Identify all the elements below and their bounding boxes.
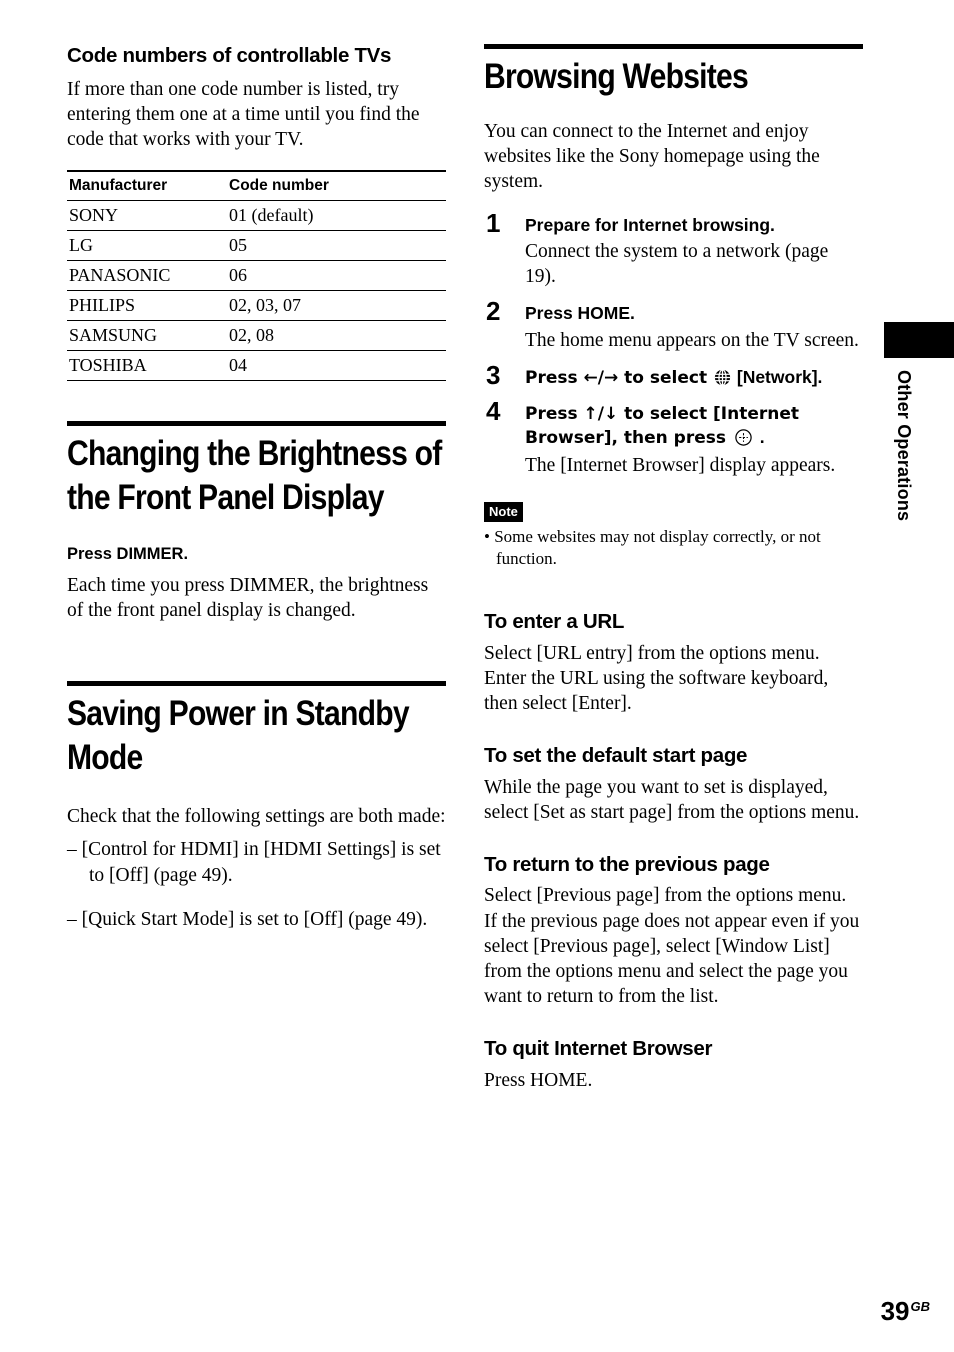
globe-icon bbox=[714, 368, 731, 386]
table-row: LG 05 bbox=[67, 230, 446, 262]
step-description: The [Internet Browser] display appears. bbox=[525, 454, 836, 476]
page-number-value: 39 bbox=[880, 1296, 910, 1326]
note-badge: Note bbox=[484, 502, 523, 523]
step-1: 1 Prepare for Internet browsing. Connect… bbox=[484, 210, 863, 290]
cell-manufacturer: TOSHIBA bbox=[67, 350, 227, 382]
table-row: PANASONIC 06 bbox=[67, 260, 446, 292]
brightness-body: Each time you press DIMMER, the brightne… bbox=[67, 574, 429, 621]
code-numbers-intro: If more than one code number is listed, … bbox=[67, 78, 420, 150]
chapter-tab-marker bbox=[884, 322, 954, 358]
cell-manufacturer: LG bbox=[67, 230, 227, 262]
heading-default-start-page: To set the default start page bbox=[484, 743, 748, 767]
cell-code-number: 02, 08 bbox=[227, 320, 446, 352]
section-rule bbox=[484, 44, 863, 49]
body-previous-page: Select [Previous page] from the options … bbox=[484, 885, 860, 1007]
step-title-prefix: Press ←/→ to select bbox=[525, 367, 713, 388]
body-to-enter-a-url: Select [URL entry] from the options menu… bbox=[484, 642, 829, 714]
cell-code-number: 01 (default) bbox=[227, 200, 446, 232]
table-row: SONY 01 (default) bbox=[67, 200, 446, 232]
step-number: 1 bbox=[486, 207, 501, 238]
left-column: Code numbers of controllable TVs If more… bbox=[67, 44, 446, 952]
body-default-start-page: While the page you want to set is displa… bbox=[484, 776, 860, 823]
heading-browsing-websites: Browsing Websites bbox=[484, 57, 749, 96]
step-3: 3 Press ←/→ to select [Network]. bbox=[484, 362, 863, 390]
heading-saving-power: Saving Power in Standby Mode bbox=[67, 694, 410, 778]
manual-page: Code numbers of controllable TVs If more… bbox=[0, 0, 954, 1352]
page-number-suffix: GB bbox=[910, 1299, 931, 1314]
page-number: 39GB bbox=[881, 1298, 930, 1324]
chapter-tab-label: Other Operations bbox=[894, 370, 914, 522]
section-rule bbox=[67, 421, 446, 427]
step-title: Press HOME. bbox=[525, 303, 635, 324]
heading-previous-page: To return to the previous page bbox=[484, 852, 770, 876]
body-quit-internet-browser: Press HOME. bbox=[484, 1069, 593, 1091]
table-row: PHILIPS 02, 03, 07 bbox=[67, 290, 446, 322]
heading-code-numbers: Code numbers of controllable TVs bbox=[67, 44, 392, 67]
step-title: Prepare for Internet browsing. bbox=[525, 214, 775, 235]
cell-manufacturer: PANASONIC bbox=[67, 260, 227, 292]
table-header-row: Manufacturer Code number bbox=[67, 170, 446, 202]
step-number: 3 bbox=[486, 359, 501, 390]
heading-quit-internet-browser: To quit Internet Browser bbox=[484, 1037, 713, 1061]
cell-code-number: 04 bbox=[227, 350, 446, 382]
step-title-suffix: . bbox=[754, 427, 765, 448]
heading-changing-brightness: Changing the Brightness of the Front Pan… bbox=[67, 434, 442, 518]
step-number: 4 bbox=[486, 396, 501, 427]
standby-list-item: – [Control for HDMI] in [HDMI Settings] … bbox=[67, 839, 441, 886]
step-description: Connect the system to a network (page 19… bbox=[525, 240, 829, 288]
heading-to-enter-a-url: To enter a URL bbox=[484, 609, 625, 633]
table-row: SAMSUNG 02, 08 bbox=[67, 320, 446, 352]
step-title-suffix: [Network]. bbox=[732, 366, 823, 387]
tv-code-table: Manufacturer Code number SONY 01 (defaul… bbox=[67, 170, 446, 382]
section-rule bbox=[67, 681, 446, 687]
note-block: Note • Some websites may not display cor… bbox=[484, 502, 863, 569]
cell-manufacturer: SONY bbox=[67, 200, 227, 232]
note-text: • Some websites may not display correctl… bbox=[484, 527, 821, 568]
press-dimmer-lead: Press DIMMER. bbox=[67, 545, 189, 564]
step-2: 2 Press HOME. The home menu appears on t… bbox=[484, 298, 863, 353]
standby-intro: Check that the following settings are bo… bbox=[67, 806, 446, 828]
step-description: The home menu appears on the TV screen. bbox=[525, 329, 859, 351]
cell-code-number: 05 bbox=[227, 230, 446, 262]
cell-manufacturer: PHILIPS bbox=[67, 290, 227, 322]
cell-code-number: 02, 03, 07 bbox=[227, 290, 446, 322]
step-4: 4 Press ↑/↓ to select [Internet Browser]… bbox=[484, 398, 863, 478]
enter-button-icon bbox=[734, 428, 753, 447]
step-title: Press ↑/↓ to select [Internet Browser], … bbox=[525, 402, 863, 450]
browsing-intro: You can connect to the Internet and enjo… bbox=[484, 121, 820, 193]
step-number: 2 bbox=[486, 296, 501, 327]
column-header-manufacturer: Manufacturer bbox=[67, 170, 227, 202]
table-row: TOSHIBA 04 bbox=[67, 350, 446, 382]
column-header-code-number: Code number bbox=[227, 170, 446, 202]
cell-manufacturer: SAMSUNG bbox=[67, 320, 227, 352]
standby-list-item: – [Quick Start Mode] is set to [Off] (pa… bbox=[67, 909, 428, 931]
step-title: Press ←/→ to select [Network]. bbox=[525, 366, 863, 390]
cell-code-number: 06 bbox=[227, 260, 446, 292]
right-column: Browsing Websites You can connect to the… bbox=[484, 44, 863, 1093]
